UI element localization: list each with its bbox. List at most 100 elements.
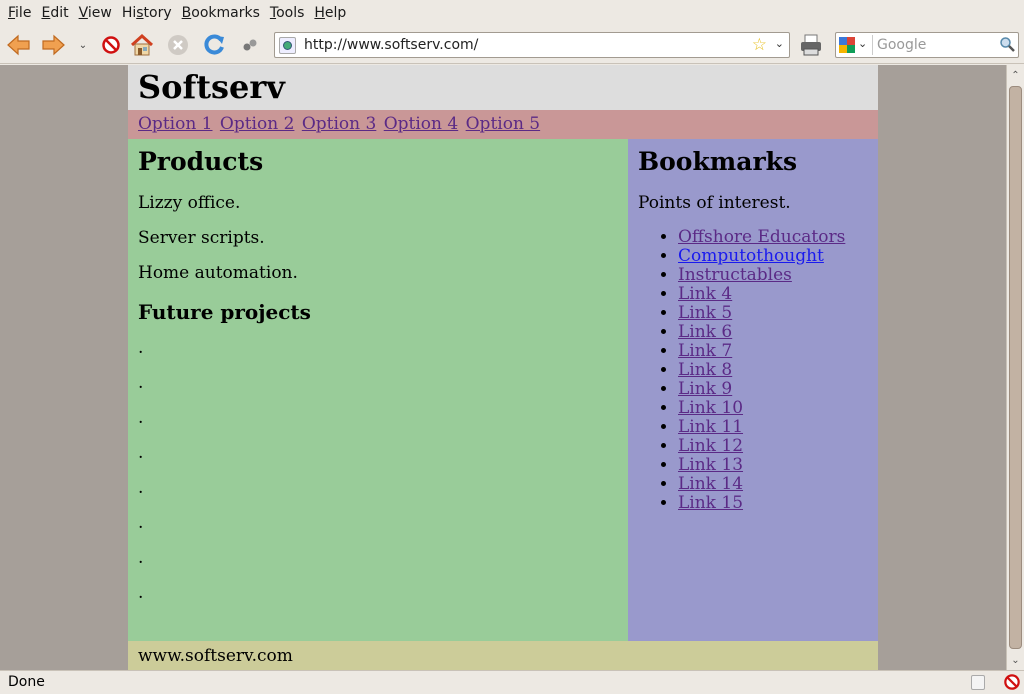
- bookmark-link-offshore-educators[interactable]: Offshore Educators: [678, 227, 845, 247]
- back-icon: [7, 34, 30, 56]
- adblock-button[interactable]: [98, 32, 124, 58]
- placeholder-item: .: [138, 443, 144, 463]
- list-item: Link 8: [678, 361, 868, 380]
- menu-help[interactable]: Help: [309, 5, 351, 21]
- site-title: Softserv: [138, 68, 285, 106]
- bookmark-link-12[interactable]: Link 12: [678, 436, 743, 456]
- bookmark-link-6[interactable]: Link 6: [678, 322, 732, 342]
- list-item: Link 13: [678, 456, 868, 475]
- list-item: Link 6: [678, 323, 868, 342]
- home-button[interactable]: [129, 32, 155, 58]
- products-section: Products Lizzy office. Server scripts. H…: [128, 139, 628, 641]
- scroll-up-button[interactable]: ⌃: [1007, 65, 1024, 85]
- bookmark-list: Offshore Educators Computothought Instru…: [678, 228, 868, 513]
- products-heading: Products: [138, 147, 264, 176]
- menu-history[interactable]: History: [117, 5, 177, 21]
- product-item: Lizzy office.: [138, 193, 241, 213]
- bookmark-link-15[interactable]: Link 15: [678, 493, 743, 513]
- forward-icon: [42, 34, 65, 56]
- bookmark-star-icon[interactable]: ☆: [752, 35, 767, 55]
- chevron-down-icon: ⌄: [1011, 654, 1020, 666]
- bookmark-link-13[interactable]: Link 13: [678, 455, 743, 475]
- status-bar: Done: [0, 670, 1024, 694]
- history-dropdown-button[interactable]: ⌄: [74, 32, 92, 58]
- list-item: Link 4: [678, 285, 868, 304]
- bookmark-link-8[interactable]: Link 8: [678, 360, 732, 380]
- menu-bookmarks[interactable]: Bookmarks: [177, 5, 265, 21]
- search-input[interactable]: Google: [877, 37, 926, 53]
- placeholder-item: .: [138, 513, 144, 533]
- menu-bar: File Edit View History Bookmarks Tools H…: [0, 0, 1024, 25]
- page-info-icon[interactable]: [971, 675, 985, 690]
- adblock-status-icon[interactable]: [1004, 674, 1020, 690]
- nav-option-5[interactable]: Option 5: [466, 114, 541, 134]
- bookmarks-heading: Bookmarks: [638, 147, 798, 176]
- placeholder-item: .: [138, 338, 144, 358]
- list-item: Link 15: [678, 494, 868, 513]
- bookmarks-section: Bookmarks Points of interest. Offshore E…: [628, 139, 878, 641]
- forward-button[interactable]: [40, 32, 66, 58]
- extension-button[interactable]: [237, 32, 263, 58]
- placeholder-item: .: [138, 583, 144, 603]
- url-text[interactable]: http://www.softserv.com/: [304, 37, 478, 53]
- menu-file[interactable]: File: [3, 5, 36, 21]
- list-item: Link 9: [678, 380, 868, 399]
- scroll-thumb[interactable]: [1009, 86, 1022, 649]
- back-button[interactable]: [6, 32, 32, 58]
- site-identity-icon[interactable]: [279, 37, 296, 54]
- product-item: Home automation.: [138, 263, 298, 283]
- stop-icon: [168, 35, 188, 55]
- status-text: Done: [8, 674, 45, 690]
- url-bar[interactable]: http://www.softserv.com/ ☆ ⌄: [274, 32, 790, 58]
- search-engine-dropdown-icon[interactable]: ⌄: [858, 37, 867, 50]
- menu-edit[interactable]: Edit: [36, 5, 73, 21]
- home-icon: [130, 34, 154, 56]
- placeholder-item: .: [138, 548, 144, 568]
- product-item: Server scripts.: [138, 228, 265, 248]
- bookmark-link-4[interactable]: Link 4: [678, 284, 732, 304]
- future-projects-heading: Future projects: [138, 300, 311, 324]
- list-item: Link 11: [678, 418, 868, 437]
- url-dropdown-icon[interactable]: ⌄: [775, 37, 784, 50]
- list-item: Instructables: [678, 266, 868, 285]
- menu-tools[interactable]: Tools: [265, 5, 310, 21]
- web-page: Softserv Option 1 Option 2 Option 3 Opti…: [128, 65, 878, 671]
- bookmark-link-7[interactable]: Link 7: [678, 341, 732, 361]
- bookmark-link-computothought[interactable]: Computothought: [678, 246, 824, 266]
- search-icon[interactable]: [999, 36, 1015, 52]
- search-engine-icon[interactable]: [839, 37, 855, 53]
- bookmark-link-14[interactable]: Link 14: [678, 474, 743, 494]
- list-item: Link 14: [678, 475, 868, 494]
- list-item: Link 10: [678, 399, 868, 418]
- reload-button[interactable]: [201, 32, 227, 58]
- placeholder-item: .: [138, 373, 144, 393]
- scroll-down-button[interactable]: ⌄: [1007, 650, 1024, 670]
- reload-icon: [204, 34, 224, 55]
- list-item: Computothought: [678, 247, 868, 266]
- nav-option-2[interactable]: Option 2: [220, 114, 295, 134]
- nav-option-1[interactable]: Option 1: [138, 114, 213, 134]
- search-box[interactable]: ⌄ Google: [835, 32, 1019, 58]
- vertical-scrollbar[interactable]: ⌃ ⌄: [1006, 65, 1024, 670]
- print-icon: [801, 34, 821, 56]
- bookmark-link-10[interactable]: Link 10: [678, 398, 743, 418]
- nav-option-3[interactable]: Option 3: [302, 114, 377, 134]
- adblock-icon: [102, 36, 120, 54]
- site-nav: Option 1 Option 2 Option 3 Option 4 Opti…: [128, 110, 878, 139]
- list-item: Link 5: [678, 304, 868, 323]
- bookmark-link-9[interactable]: Link 9: [678, 379, 732, 399]
- site-footer: www.softserv.com: [128, 641, 878, 671]
- bookmark-link-5[interactable]: Link 5: [678, 303, 732, 323]
- list-item: Link 12: [678, 437, 868, 456]
- nav-option-4[interactable]: Option 4: [384, 114, 459, 134]
- chevron-up-icon: ⌃: [1011, 69, 1020, 81]
- bookmark-link-11[interactable]: Link 11: [678, 417, 743, 437]
- menu-view[interactable]: View: [74, 5, 117, 21]
- print-button[interactable]: [798, 32, 824, 58]
- placeholder-item: .: [138, 478, 144, 498]
- list-item: Link 7: [678, 342, 868, 361]
- chevron-down-icon: ⌄: [78, 39, 88, 51]
- stop-button[interactable]: [165, 32, 191, 58]
- bookmarks-intro: Points of interest.: [638, 193, 791, 213]
- bookmark-link-instructables[interactable]: Instructables: [678, 265, 792, 285]
